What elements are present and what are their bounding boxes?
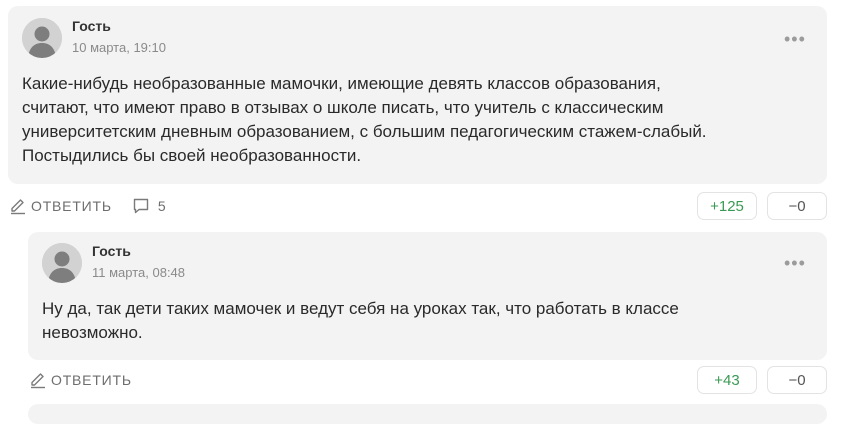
- replies-count: 5: [157, 198, 166, 214]
- comment-text-line: Ну да, так дети таких мамочек и ведут се…: [42, 299, 679, 318]
- reply-label: ОТВЕТИТЬ: [51, 372, 132, 388]
- comment-text-line: Постыдились бы своей необразованности.: [22, 146, 362, 165]
- comment-card: Гость 10 марта, 19:10 ••• Какие-нибудь н…: [8, 6, 827, 184]
- comment-text-line: университетским дневным образованием, с …: [22, 122, 707, 141]
- downvote-button[interactable]: −0: [767, 192, 827, 220]
- comment-author[interactable]: Гость: [72, 18, 111, 34]
- reply-button[interactable]: ОТВЕТИТЬ: [9, 197, 112, 215]
- comment-text: Какие-нибудь необразованные мамочки, име…: [22, 72, 822, 168]
- comment-author[interactable]: Гость: [92, 243, 131, 259]
- avatar[interactable]: [22, 18, 62, 58]
- reply-button[interactable]: ОТВЕТИТЬ: [29, 371, 132, 389]
- comment-actions: ОТВЕТИТЬ: [29, 371, 132, 389]
- replies-count-button[interactable]: 5: [132, 197, 166, 215]
- next-comment-card: [28, 404, 827, 424]
- avatar[interactable]: [42, 243, 82, 283]
- comment-date: 10 марта, 19:10: [72, 40, 166, 55]
- user-avatar-icon: [42, 243, 82, 283]
- pencil-icon: [11, 199, 25, 215]
- reply-label: ОТВЕТИТЬ: [31, 198, 112, 214]
- reply-comment-card: Гость 11 марта, 08:48 ••• Ну да, так дет…: [28, 232, 827, 360]
- user-avatar-icon: [22, 18, 62, 58]
- comment-text: Ну да, так дети таких мамочек и ведут се…: [42, 297, 822, 345]
- ellipsis-icon[interactable]: •••: [784, 30, 806, 48]
- comment-date: 11 марта, 08:48: [92, 265, 186, 280]
- upvote-button[interactable]: +43: [697, 366, 757, 394]
- comment-actions: ОТВЕТИТЬ 5: [9, 197, 166, 215]
- comment-text-line: считают, что имеют право в отзывах о шко…: [22, 98, 664, 117]
- upvote-button[interactable]: +125: [697, 192, 757, 220]
- downvote-button[interactable]: −0: [767, 366, 827, 394]
- pencil-icon: [31, 373, 45, 389]
- comment-text-line: Какие-нибудь необразованные мамочки, име…: [22, 74, 661, 93]
- comment-text-line: невозможно.: [42, 323, 143, 342]
- speech-bubble-icon: [133, 198, 149, 214]
- ellipsis-icon[interactable]: •••: [784, 254, 806, 272]
